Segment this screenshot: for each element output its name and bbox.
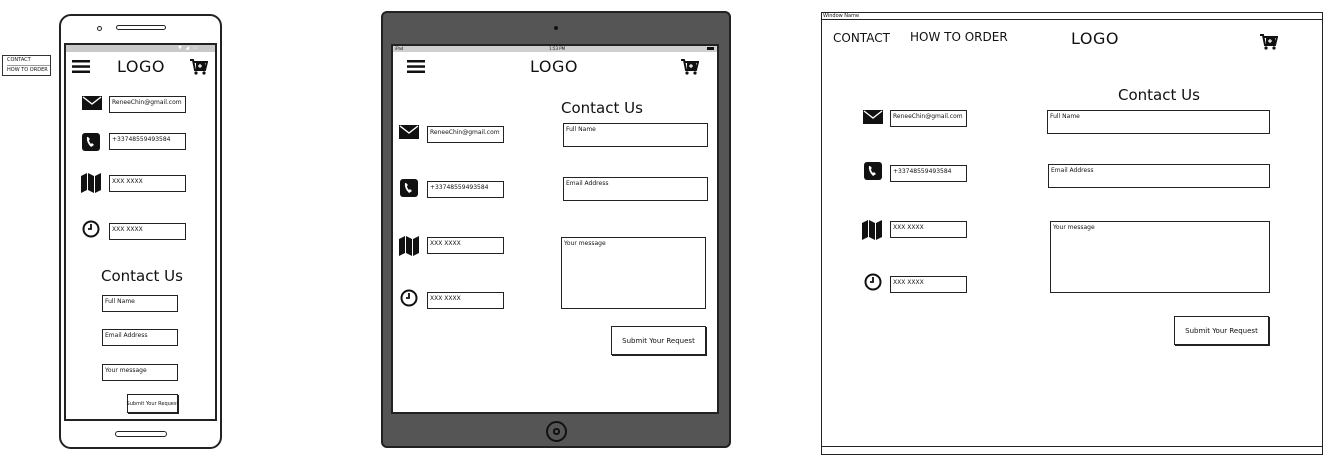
mobile-message-input[interactable]: Your message xyxy=(102,364,178,381)
nav-how-to-order[interactable]: HOW TO ORDER xyxy=(910,30,1008,44)
tablet-address-value: XXX XXXX xyxy=(427,237,504,254)
mobile-submit-button[interactable]: Submit Your Request xyxy=(127,394,178,413)
phone-speaker xyxy=(116,25,166,30)
phone-camera xyxy=(97,26,102,31)
map-icon xyxy=(862,220,882,240)
cart-icon[interactable] xyxy=(681,59,699,75)
phone-home-bar xyxy=(115,431,167,437)
mobile-email-value: ReneeChin@gmail.com xyxy=(109,96,186,113)
desktop-bottom-bar xyxy=(821,446,1323,447)
mobile-full-name-input[interactable]: Full Name xyxy=(102,295,178,312)
map-icon xyxy=(399,236,419,256)
popup-item-how-to-order[interactable]: HOW TO ORDER xyxy=(7,65,50,75)
mobile-logo[interactable]: LOGO xyxy=(117,57,165,76)
email-icon xyxy=(82,96,102,110)
email-icon xyxy=(399,125,419,139)
tablet-hours-value: XXX XXXX xyxy=(427,292,504,309)
desktop-phone-value: +33748559493584 xyxy=(890,165,967,182)
mobile-address-value: XXX XXXX xyxy=(109,175,186,192)
mobile-status-icons: ▼ ◢ ▭ xyxy=(178,45,199,51)
nav-contact[interactable]: CONTACT xyxy=(833,31,890,45)
battery-icon xyxy=(707,47,714,50)
desktop-hours-value: XXX XXXX xyxy=(890,276,967,293)
mobile-email-input[interactable]: Email Address xyxy=(102,329,178,346)
tablet-camera xyxy=(554,26,558,30)
cart-icon[interactable] xyxy=(1260,34,1278,50)
desktop-logo[interactable]: LOGO xyxy=(1071,29,1119,48)
tablet-status-left: iPad xyxy=(395,46,404,51)
tablet-full-name-input[interactable]: Full Name xyxy=(563,123,708,147)
tablet-logo[interactable]: LOGO xyxy=(530,57,578,76)
desktop-email-value: ReneeChin@gmail.com xyxy=(890,110,967,127)
email-icon xyxy=(863,110,883,124)
mobile-contact-title: Contact Us xyxy=(101,267,183,285)
clock-icon xyxy=(82,220,100,238)
tablet-phone-value: +33748559493584 xyxy=(427,181,504,198)
tablet-status-time: 1:53 PM xyxy=(549,46,566,51)
clock-icon xyxy=(400,289,418,307)
phone-icon xyxy=(82,133,100,151)
tablet-contact-title: Contact Us xyxy=(561,99,643,117)
tablet-status-bar: iPad 1:53 PM xyxy=(393,46,717,52)
tablet-home-button[interactable] xyxy=(546,421,567,442)
mobile-hours-value: XXX XXXX xyxy=(109,223,186,240)
desktop-contact-title: Contact Us xyxy=(1118,86,1200,104)
hamburger-menu-icon[interactable] xyxy=(407,59,425,74)
popup-item-contact[interactable]: CONTACT xyxy=(7,56,50,65)
desktop-address-value: XXX XXXX xyxy=(890,221,967,238)
tablet-submit-button[interactable]: Submit Your Request xyxy=(611,326,706,355)
cart-icon[interactable] xyxy=(190,59,208,75)
mobile-phone-value: +33748559493584 xyxy=(109,133,186,150)
hamburger-menu-icon[interactable] xyxy=(72,59,90,74)
desktop-submit-button[interactable]: Submit Your Request xyxy=(1174,316,1269,345)
desktop-full-name-input[interactable]: Full Name xyxy=(1047,110,1270,134)
tablet-email-value: ReneeChin@gmail.com xyxy=(427,126,504,143)
tablet-email-input[interactable]: Email Address xyxy=(563,177,708,201)
desktop-title-bar: Window Name xyxy=(821,12,1323,20)
clock-icon xyxy=(864,273,882,291)
tablet-screen xyxy=(391,44,719,414)
map-icon xyxy=(81,173,101,193)
desktop-email-input[interactable]: Email Address xyxy=(1048,164,1270,188)
phone-icon xyxy=(400,179,418,197)
tablet-message-input[interactable]: Your message xyxy=(561,237,706,309)
desktop-message-input[interactable]: Your message xyxy=(1050,221,1270,293)
phone-icon xyxy=(864,162,882,180)
mobile-popup-menu: CONTACT HOW TO ORDER xyxy=(2,55,51,76)
